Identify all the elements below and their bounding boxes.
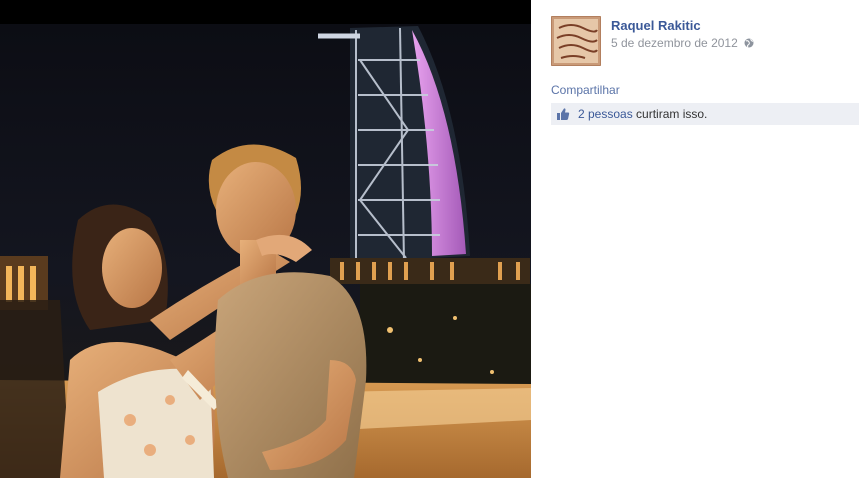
globe-icon[interactable] (744, 38, 754, 48)
likes-bar: 2 pessoas curtiram isso. (551, 103, 859, 125)
share-link[interactable]: Compartilhar (551, 83, 620, 97)
post-date-line: 5 de dezembro de 2012 (611, 36, 754, 50)
author-avatar[interactable] (551, 16, 601, 66)
likers-link[interactable]: 2 pessoas (578, 107, 633, 121)
likes-summary: 2 pessoas curtiram isso. (578, 107, 707, 121)
post-photo (0, 0, 531, 478)
author-name[interactable]: Raquel Rakitic (611, 18, 701, 33)
thumbs-up-icon (557, 108, 570, 120)
avatar-image (551, 16, 601, 66)
photo-viewer[interactable] (0, 0, 531, 478)
post-sidebar: Raquel Rakitic 5 de dezembro de 2012 Com… (531, 0, 859, 478)
post-date[interactable]: 5 de dezembro de 2012 (611, 36, 738, 50)
likes-suffix: curtiram isso. (636, 107, 708, 121)
